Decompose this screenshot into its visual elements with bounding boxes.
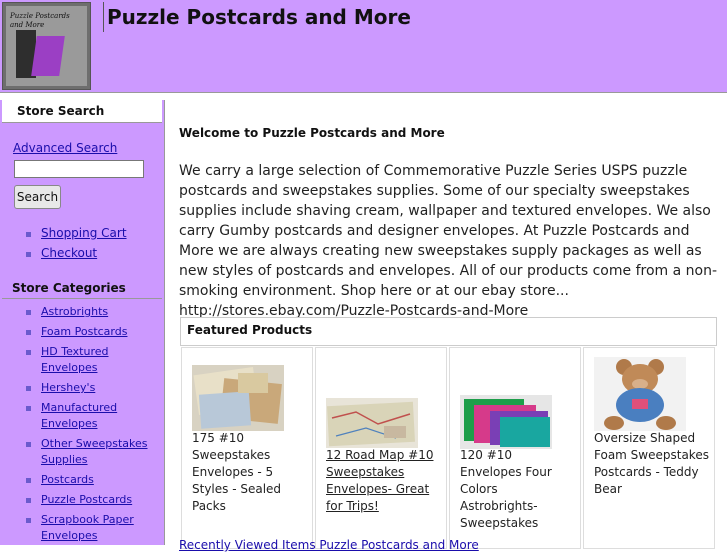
envelopes-product-image[interactable] [192, 365, 284, 431]
shopping-cart-link[interactable]: Shopping Cart [41, 226, 127, 240]
category-link-astrobrights[interactable]: Astrobrights [41, 305, 108, 318]
search-input[interactable] [14, 160, 144, 178]
featured-products-heading: Featured Products [180, 317, 717, 346]
category-link-postcards[interactable]: Postcards [41, 473, 94, 486]
site-title: Puzzle Postcards and More [107, 5, 411, 29]
checkout-link[interactable]: Checkout [41, 246, 97, 260]
list-item: Other Sweepstakes Supplies [26, 436, 162, 468]
welcome-heading: Welcome to Puzzle Postcards and More [179, 126, 445, 140]
list-item: Manufactured Envelopes [26, 400, 162, 432]
product-name: Oversize Shaped Foam Sweepstakes Postcar… [594, 431, 709, 496]
recently-viewed-link[interactable]: Recently Viewed Items Puzzle Postcards a… [179, 538, 479, 552]
list-item: Hershey's [26, 380, 162, 396]
category-link-foam-postcards[interactable]: Foam Postcards [41, 325, 127, 338]
site-header: Puzzle Postcards and More Puzzle Postcar… [0, 0, 727, 93]
list-item: HD Textured Envelopes [26, 344, 162, 376]
product-card[interactable]: 12 Road Map #10 Sweepstakes Envelopes- G… [315, 347, 447, 549]
teddy-bear-product-image[interactable] [594, 357, 686, 431]
logo-image: Puzzle Postcards and More [6, 6, 87, 86]
store-search-heading: Store Search [2, 100, 162, 123]
category-link-hersheys[interactable]: Hershey's [41, 381, 95, 394]
road-map-product-image[interactable] [326, 398, 418, 448]
list-item: Astrobrights [26, 304, 162, 320]
search-button[interactable]: Search [14, 185, 61, 209]
sidebar: Store Search Advanced Search Search Shop… [0, 100, 165, 545]
product-name: 175 #10 Sweepstakes Envelopes - 5 Styles… [192, 431, 282, 513]
list-item: Scrapbook Paper Envelopes [26, 512, 162, 544]
list-item: Postcards [26, 472, 162, 488]
list-item: Puzzle Postcards [26, 492, 162, 508]
list-item: Shopping Cart [26, 226, 127, 246]
product-name: 120 #10 Envelopes Four Colors Astrobrigh… [460, 448, 552, 530]
store-categories-label: Store Categories [12, 281, 126, 295]
category-link-puzzle-postcards[interactable]: Puzzle Postcards [41, 493, 132, 506]
category-link-other-sweepstakes-supplies[interactable]: Other Sweepstakes Supplies [41, 437, 148, 466]
product-card[interactable]: 120 #10 Envelopes Four Colors Astrobrigh… [449, 347, 581, 549]
intro-text: We carry a large selection of Commemorat… [179, 163, 717, 319]
advanced-search-link[interactable]: Advanced Search [13, 141, 117, 155]
category-link-manufactured-envelopes[interactable]: Manufactured Envelopes [41, 401, 117, 430]
category-link-scrapbook-paper-envelopes[interactable]: Scrapbook Paper Envelopes [41, 513, 134, 542]
header-divider [103, 2, 104, 32]
cart-links: Shopping Cart Checkout [26, 226, 127, 266]
featured-products-label: Featured Products [187, 323, 313, 337]
store-categories-heading: Store Categories [2, 278, 162, 299]
logo-text: Puzzle Postcards and More [10, 12, 70, 29]
logo-puzzle-purple [31, 36, 65, 76]
site-logo[interactable]: Puzzle Postcards and More [2, 2, 91, 90]
product-card[interactable]: 175 #10 Sweepstakes Envelopes - 5 Styles… [181, 347, 313, 549]
store-search-label: Store Search [17, 104, 105, 118]
product-card[interactable]: Oversize Shaped Foam Sweepstakes Postcar… [583, 347, 715, 549]
product-name-link[interactable]: 12 Road Map #10 Sweepstakes Envelopes- G… [326, 447, 442, 515]
category-list: Astrobrights Foam Postcards HD Textured … [26, 304, 162, 548]
list-item: Foam Postcards [26, 324, 162, 340]
category-link-hd-textured-envelopes[interactable]: HD Textured Envelopes [41, 345, 109, 374]
list-item: Checkout [26, 246, 127, 266]
astrobrights-product-image[interactable] [460, 395, 552, 449]
